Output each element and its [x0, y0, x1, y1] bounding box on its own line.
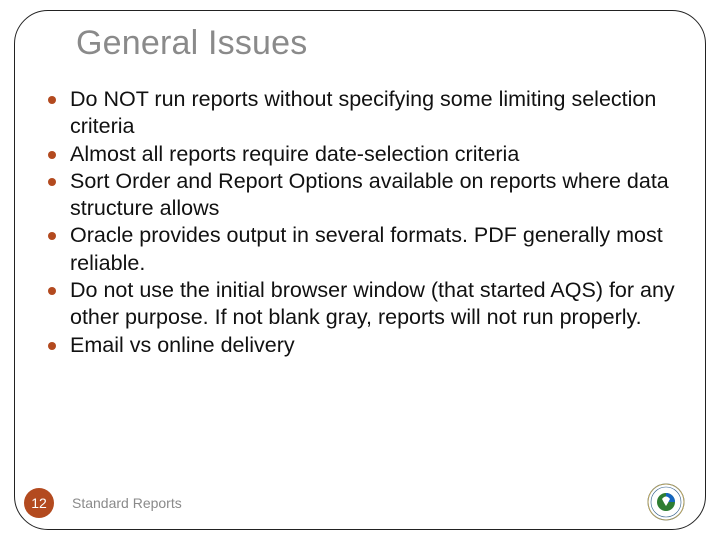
epa-logo-icon: [646, 482, 686, 522]
slide-title: General Issues: [76, 24, 307, 63]
bullet-text: Oracle provides output in several format…: [70, 223, 663, 274]
bullet-text: Do NOT run reports without specifying so…: [70, 87, 656, 138]
list-item: Do not use the initial browser window (t…: [44, 277, 680, 332]
footer-text: Standard Reports: [72, 495, 182, 511]
page-number-badge: 12: [24, 488, 54, 518]
bullet-text: Email vs online delivery: [70, 333, 295, 357]
bullet-text: Almost all reports require date-selectio…: [70, 142, 519, 166]
list-item: Email vs online delivery: [44, 332, 680, 359]
list-item: Almost all reports require date-selectio…: [44, 141, 680, 168]
bullet-text: Sort Order and Report Options available …: [70, 169, 669, 220]
slide-content: Do NOT run reports without specifying so…: [44, 86, 680, 359]
slide: General Issues Do NOT run reports withou…: [0, 0, 720, 540]
page-number: 12: [31, 495, 47, 511]
list-item: Do NOT run reports without specifying so…: [44, 86, 680, 141]
bullet-list: Do NOT run reports without specifying so…: [44, 86, 680, 359]
footer: 12 Standard Reports: [24, 488, 182, 518]
list-item: Oracle provides output in several format…: [44, 222, 680, 277]
bullet-text: Do not use the initial browser window (t…: [70, 278, 675, 329]
list-item: Sort Order and Report Options available …: [44, 168, 680, 223]
